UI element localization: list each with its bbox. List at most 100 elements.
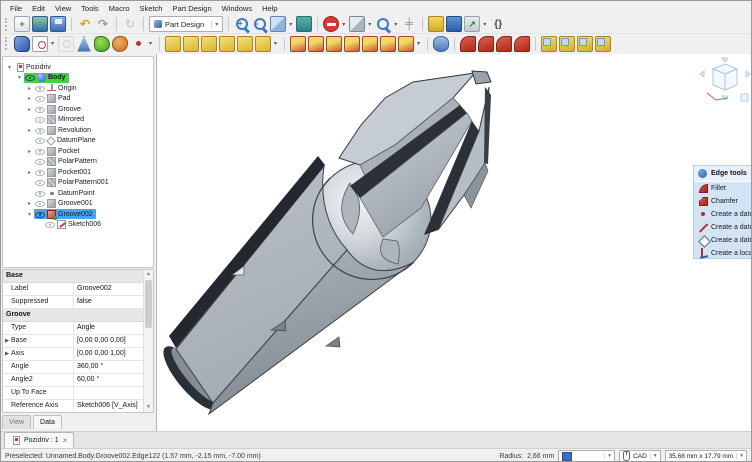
property-value[interactable]: [0,00 0,00 0,00] (74, 335, 144, 347)
new-document-icon[interactable]: + (14, 16, 30, 32)
subtractive-loft-icon[interactable] (344, 36, 360, 52)
line-color-dropdown[interactable]: ▾ (558, 450, 615, 462)
tree-item-datumpoint[interactable]: DatumPoint (3, 188, 153, 199)
property-value[interactable]: Sketch006 [V_Axis] (74, 400, 144, 412)
export-icon[interactable]: ↗ (464, 16, 480, 32)
additive-pipe-icon[interactable] (219, 36, 235, 52)
scroll-down-arrow[interactable]: ▼ (144, 403, 153, 412)
shape-binder-icon[interactable] (94, 36, 110, 52)
validate-sketch-icon[interactable] (76, 36, 92, 52)
workbench-selector[interactable]: Part Design▾ (149, 16, 223, 32)
subtractive-primitive-icon[interactable] (398, 36, 414, 52)
zoom-tools-icon[interactable] (375, 16, 391, 32)
pozidriv-bit-model[interactable] (157, 54, 752, 431)
tree-item-pad[interactable]: ▸Pad (3, 94, 153, 105)
clipping-plane-icon[interactable] (323, 16, 339, 32)
property-value[interactable]: Angle (74, 322, 144, 334)
create-body-icon[interactable] (14, 36, 30, 52)
pad-icon[interactable] (165, 36, 181, 52)
expression-editor-icon[interactable]: {} (490, 16, 506, 32)
subtractive-helix-icon[interactable] (380, 36, 396, 52)
panel-tab-view[interactable]: View (2, 415, 31, 429)
polar-pattern-icon[interactable] (577, 36, 593, 52)
chamfer-icon[interactable] (478, 36, 494, 52)
menu-windows[interactable]: Windows (217, 3, 257, 14)
menu-file[interactable]: File (5, 3, 27, 14)
tree-item-body[interactable]: ▾Body (3, 73, 153, 84)
property-value[interactable]: [0,00 0,00 1,00] (74, 348, 144, 360)
chevron-down-icon[interactable]: ▾ (287, 21, 294, 28)
pocket-icon[interactable] (290, 36, 306, 52)
additive-loft-icon[interactable] (201, 36, 217, 52)
linear-pattern-icon[interactable] (559, 36, 575, 52)
undo-icon[interactable]: ↶ (77, 16, 93, 32)
panel-tab-data[interactable]: Data (33, 415, 62, 429)
additive-helix-icon[interactable] (237, 36, 253, 52)
draft-icon[interactable] (496, 36, 512, 52)
expander-open-icon[interactable]: ▾ (15, 74, 24, 81)
expander-closed-icon[interactable]: ▸ (25, 85, 34, 92)
open-document-icon[interactable] (32, 16, 48, 32)
hole-icon[interactable] (308, 36, 324, 52)
chevron-down-icon[interactable]: ▾ (340, 21, 347, 28)
edge-tools-item-chamfer[interactable]: Chamfer (694, 195, 752, 208)
expander-closed-icon[interactable]: ▸ (25, 95, 34, 102)
chevron-down-icon[interactable]: ▾ (147, 40, 154, 47)
view-dimensions-dropdown[interactable]: 35,68 mm x 17,79 mm ▾ (665, 450, 747, 462)
align-view-icon[interactable] (296, 16, 312, 32)
tree-item-groove[interactable]: ▸Groove (3, 104, 153, 115)
multitransform-icon[interactable] (595, 36, 611, 52)
property-scrollbar[interactable]: ▲ ▼ (143, 270, 153, 412)
edge-tools-item-create-a-local-coordinate-system[interactable]: Create a local coordinate system (694, 247, 752, 260)
thickness-icon[interactable] (514, 36, 530, 52)
edge-tools-item-create-a-datum-line[interactable]: Create a datum line (694, 221, 752, 234)
property-value[interactable]: Groove002 (74, 283, 144, 295)
tree-item-pocket[interactable]: ▸Pocket (3, 146, 153, 157)
tree-item-groove002[interactable]: ▾Groove002 (3, 209, 153, 220)
chevron-down-icon[interactable]: ▾ (49, 40, 56, 47)
expander-closed-icon[interactable]: ▸ (25, 169, 34, 176)
revolution-icon[interactable] (183, 36, 199, 52)
tree-item-sketch006[interactable]: Sketch006 (3, 220, 153, 231)
menu-sketch[interactable]: Sketch (135, 3, 168, 14)
expander-closed-icon[interactable]: ▶ (3, 348, 11, 360)
save-icon[interactable] (50, 16, 66, 32)
menu-part-design[interactable]: Part Design (167, 3, 216, 14)
redo-icon[interactable]: ↷ (95, 16, 111, 32)
menu-help[interactable]: Help (257, 3, 282, 14)
tree-item-groove001[interactable]: ▸Groove001 (3, 199, 153, 210)
expander-closed-icon[interactable]: ▶ (3, 335, 11, 347)
menu-view[interactable]: View (50, 3, 76, 14)
document-tab[interactable]: Pozidriv : 1 × (4, 432, 74, 448)
property-value[interactable] (74, 387, 144, 399)
group-folder-icon[interactable] (446, 16, 462, 32)
zoom-out-icon[interactable]: - (252, 16, 268, 32)
3d-viewport[interactable]: Edge tools × FilletChamferCreate a datum… (157, 54, 752, 431)
zoom-in-icon[interactable]: + (234, 16, 250, 32)
additive-primitive-icon[interactable] (255, 36, 271, 52)
tree-item-mirrored[interactable]: Mirrored (3, 115, 153, 126)
macro-tool-icon[interactable] (428, 16, 444, 32)
datum-tools-icon[interactable] (130, 36, 146, 52)
clone-icon[interactable] (112, 36, 128, 52)
navigation-style-dropdown[interactable]: CAD ▾ (619, 450, 661, 462)
expander-closed-icon[interactable]: ▸ (25, 200, 34, 207)
tree-item-datumplane[interactable]: DatumPlane (3, 136, 153, 147)
expander-closed-icon[interactable]: ▸ (25, 127, 34, 134)
chevron-down-icon[interactable]: ▾ (272, 40, 279, 47)
subtractive-pipe-icon[interactable] (362, 36, 378, 52)
scroll-thumb[interactable] (145, 280, 152, 328)
tree-item-origin[interactable]: ▸Origin (3, 83, 153, 94)
edge-tools-item-fillet[interactable]: Fillet (694, 182, 752, 195)
mirrored-icon[interactable] (541, 36, 557, 52)
chevron-down-icon[interactable]: ▾ (366, 21, 373, 28)
chevron-down-icon[interactable]: ▾ (392, 21, 399, 28)
navigation-cube[interactable] (699, 57, 751, 107)
expander-open-icon[interactable]: ▾ (5, 64, 14, 71)
groove-icon[interactable] (326, 36, 342, 52)
tree-item-polarpattern001[interactable]: PolarPattern001 (3, 178, 153, 189)
model-tree[interactable]: ▾Pozidriv▾Body▸Origin▸Pad▸GrooveMirrored… (2, 56, 154, 268)
measure-icon[interactable]: ╪ (401, 16, 417, 32)
property-value[interactable]: 60,00 ° (74, 374, 144, 386)
tree-item-revolution[interactable]: ▸Revolution (3, 125, 153, 136)
